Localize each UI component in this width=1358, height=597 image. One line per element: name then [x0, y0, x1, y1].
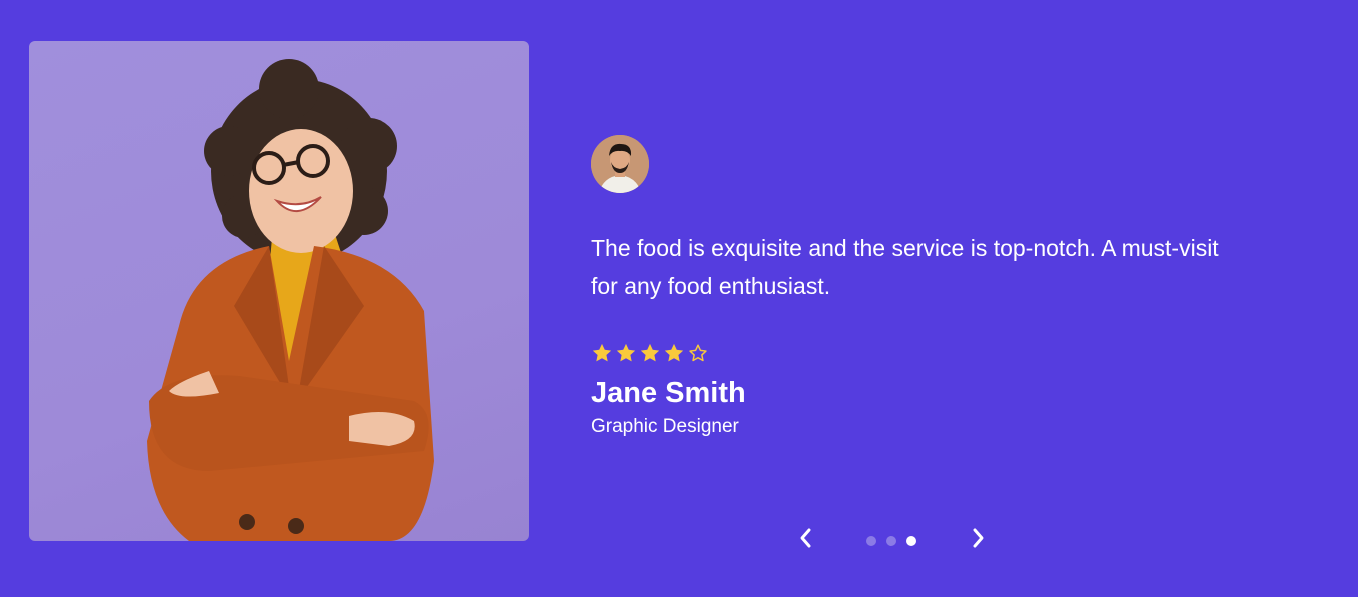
- star-filled-icon: [616, 343, 636, 362]
- star-filled-icon: [640, 343, 660, 362]
- carousel-dots: [866, 536, 916, 546]
- star-filled-icon: [592, 343, 612, 362]
- next-slide-button[interactable]: [968, 526, 988, 550]
- carousel-dot-2[interactable]: [886, 536, 896, 546]
- reviewer-avatar: [591, 135, 649, 193]
- chevron-right-icon: [973, 528, 984, 548]
- carousel-navigation: [796, 526, 996, 550]
- reviewer-name: Jane Smith: [591, 377, 746, 409]
- reviewer-role: Graphic Designer: [591, 416, 739, 437]
- star-filled-icon: [664, 343, 684, 362]
- previous-slide-button[interactable]: [796, 526, 816, 550]
- carousel-dot-3[interactable]: [906, 536, 916, 546]
- testimonial-photo: [29, 41, 529, 541]
- star-rating: [591, 342, 1251, 366]
- star-outline-icon: [689, 344, 707, 362]
- man-avatar-image: [591, 135, 649, 193]
- woman-portrait-image: [147, 59, 434, 541]
- chevron-left-icon: [800, 528, 811, 548]
- testimonial-content: The food is exquisite and the service is…: [591, 135, 1251, 439]
- carousel-dot-1[interactable]: [866, 536, 876, 546]
- testimonial-quote: The food is exquisite and the service is…: [591, 235, 1219, 299]
